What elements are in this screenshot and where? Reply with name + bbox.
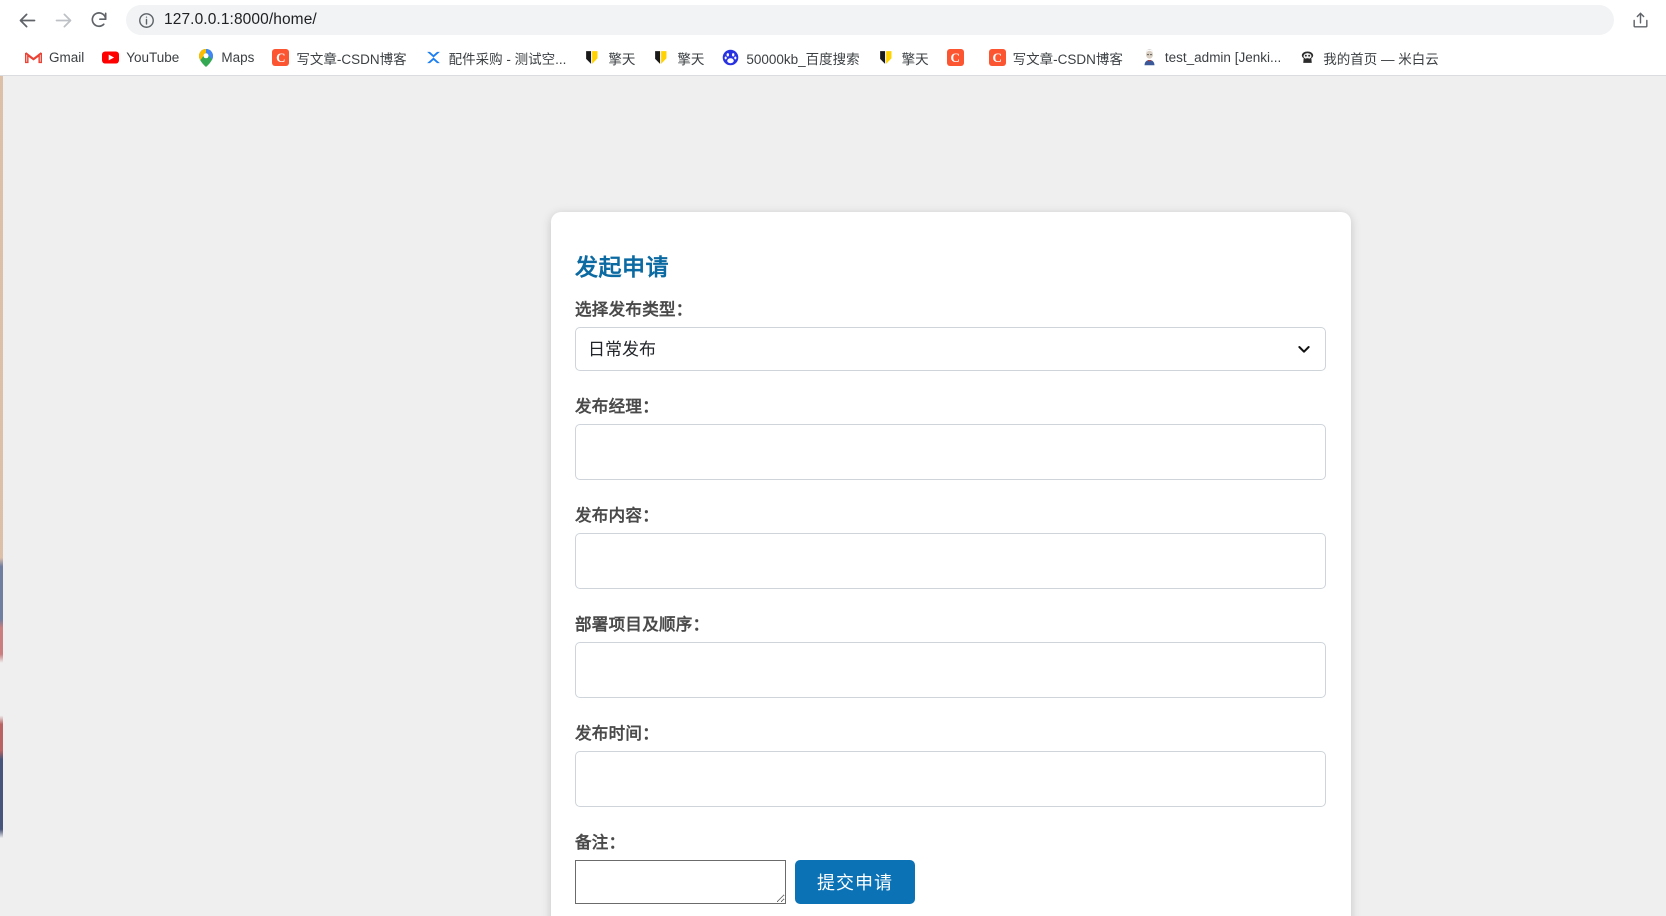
bookmarks-bar: Gmail YouTube Maps C 写文章-CSDN博客 配件采购 - 测… — [0, 40, 1666, 75]
bookmark-label: Gmail — [49, 50, 85, 65]
release-type-label: 选择发布类型： — [575, 301, 693, 319]
page-title: 发起申请 — [575, 254, 669, 280]
bookmark-csdn-write-2[interactable]: C 写文章-CSDN博客 — [980, 44, 1132, 72]
back-button[interactable] — [10, 3, 44, 37]
release-time-input[interactable] — [575, 751, 1326, 807]
csdn-icon: C — [272, 49, 290, 66]
bookmark-label: 擎天 — [901, 51, 929, 67]
qingtian-icon — [653, 49, 670, 66]
field-manager: 发布经理： — [575, 393, 1326, 480]
bookmark-label: 写文章-CSDN博客 — [296, 51, 407, 67]
field-release-type: 选择发布类型： 日常发布 — [575, 296, 1326, 371]
left-edge-strip — [0, 76, 3, 916]
url-text: 127.0.0.1:8000/home/ — [164, 11, 317, 28]
submit-button[interactable]: 提交申请 — [795, 860, 915, 904]
content-input[interactable] — [575, 533, 1326, 589]
qingtian-icon — [878, 49, 895, 66]
share-icon[interactable] — [1624, 4, 1656, 36]
google-maps-icon — [197, 48, 214, 67]
baidu-icon — [722, 49, 739, 66]
bookmark-csdn-write-1[interactable]: C 写文章-CSDN博客 — [263, 44, 415, 72]
bookmark-label: 写文章-CSDN博客 — [1012, 51, 1123, 67]
bookmark-gmail[interactable]: Gmail — [16, 45, 93, 70]
bookmark-label: 擎天 — [608, 51, 636, 67]
field-note: 备注： 提交申请 — [575, 829, 1325, 904]
field-content: 发布内容： — [575, 502, 1326, 589]
reload-button[interactable] — [82, 3, 116, 37]
youtube-icon — [102, 49, 120, 66]
apply-form-card: 发起申请 选择发布类型： 日常发布 发布经理： 发布内容： 部署项目及顺序： 发… — [551, 212, 1351, 916]
bookmark-jenkins[interactable]: test_admin [Jenki... — [1132, 45, 1290, 70]
note-label: 备注： — [575, 834, 626, 852]
bookmark-label: 配件采购 - 测试空... — [448, 51, 567, 67]
teambition-icon — [425, 49, 442, 66]
bookmark-qingtian-3[interactable]: 擎天 — [869, 44, 938, 72]
bookmark-label: 50000kb_百度搜索 — [746, 51, 860, 67]
browser-chrome: 127.0.0.1:8000/home/ Gmail YouTube Maps … — [0, 0, 1666, 76]
bookmark-baidu-search[interactable]: 50000kb_百度搜索 — [713, 44, 868, 72]
qingtian-icon — [584, 49, 601, 66]
manager-label: 发布经理： — [575, 398, 659, 416]
bookmark-qingtian-2[interactable]: 擎天 — [644, 44, 713, 72]
bookmark-label: 我的首页 — 米白云 — [1323, 51, 1439, 67]
bookmark-qingtian-1[interactable]: 擎天 — [575, 44, 644, 72]
bookmark-label: Maps — [221, 50, 255, 65]
release-time-label: 发布时间： — [575, 725, 659, 743]
jenkins-icon — [1141, 49, 1158, 66]
mibaiyun-icon — [1299, 49, 1316, 66]
bookmark-label: YouTube — [126, 50, 180, 65]
manager-input[interactable] — [575, 424, 1326, 480]
page-viewport: 发起申请 选择发布类型： 日常发布 发布经理： 发布内容： 部署项目及顺序： 发… — [0, 76, 1666, 916]
bookmark-maps[interactable]: Maps — [188, 45, 263, 70]
bookmark-csdn-icon-only[interactable]: C — [938, 45, 980, 70]
release-type-select[interactable]: 日常发布 — [575, 327, 1326, 371]
bookmark-mibaiyun-home[interactable]: 我的首页 — 米白云 — [1290, 44, 1448, 72]
field-projects: 部署项目及顺序： — [575, 611, 1326, 698]
note-and-submit-row: 提交申请 — [575, 860, 1325, 904]
bookmark-label: 擎天 — [677, 51, 705, 67]
info-circle-icon[interactable] — [138, 12, 155, 29]
bookmark-youtube[interactable]: YouTube — [93, 45, 188, 70]
note-input[interactable] — [575, 860, 786, 904]
browser-toolbar: 127.0.0.1:8000/home/ — [0, 0, 1666, 40]
projects-input[interactable] — [575, 642, 1326, 698]
bookmark-teambition[interactable]: 配件采购 - 测试空... — [416, 44, 576, 72]
csdn-icon: C — [988, 49, 1006, 66]
projects-label: 部署项目及顺序： — [575, 616, 710, 634]
release-type-select-wrap: 日常发布 — [575, 327, 1326, 371]
forward-button[interactable] — [46, 3, 80, 37]
content-label: 发布内容： — [575, 507, 659, 525]
address-bar[interactable]: 127.0.0.1:8000/home/ — [126, 5, 1614, 35]
gmail-icon — [25, 49, 42, 66]
bookmark-label: test_admin [Jenki... — [1164, 50, 1282, 65]
field-release-time: 发布时间： — [575, 720, 1326, 807]
csdn-icon: C — [946, 49, 964, 66]
